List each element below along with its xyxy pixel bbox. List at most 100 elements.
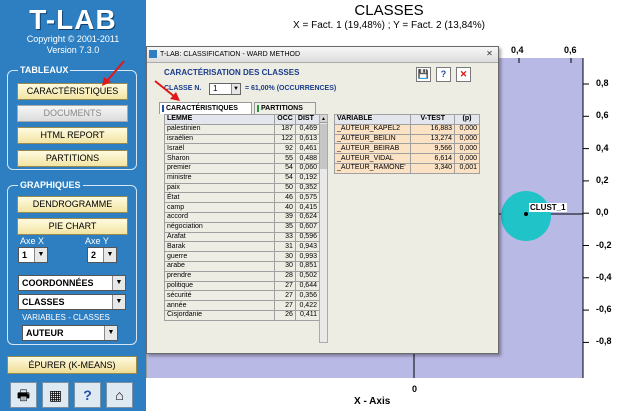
table-row[interactable]: Sharon 55 0,488 <box>163 153 321 164</box>
close-icon[interactable]: ✕ <box>484 49 495 60</box>
x-tick-label: 0,6 <box>564 45 577 55</box>
column-header[interactable]: LEMME <box>163 114 276 125</box>
chevron-down-icon: ▼ <box>104 326 117 340</box>
table-cell: _AUTEUR_BEILIN <box>333 133 412 145</box>
classes-select[interactable]: CLASSES ▼ <box>18 294 126 310</box>
dendrogramme-button[interactable]: DENDROGRAMME <box>17 196 128 213</box>
tab-caracteristiques[interactable]: CARACTÉRISTIQUES <box>159 102 252 114</box>
table-cell: 55 <box>274 153 296 164</box>
app-icon <box>149 50 157 58</box>
table-cell: 3,340 <box>410 162 456 174</box>
table-cell: Barak <box>163 241 276 253</box>
lemma-scrollbar[interactable]: ▲ <box>319 114 328 343</box>
table-row[interactable]: Cisjordanie 26 0,411 <box>163 309 321 321</box>
axe-y-select[interactable]: 2 ▼ <box>87 247 117 263</box>
table-cell: État <box>163 192 276 204</box>
table-cell: 13,274 <box>410 133 456 145</box>
table-cell: 28 <box>274 270 296 282</box>
axe-x-label: Axe X <box>20 236 45 246</box>
table-row[interactable]: _AUTEUR_VIDAL 6,614 0,000 <box>333 153 480 164</box>
table-row[interactable]: _AUTEUR_RAMONE' 3,340 0,001 <box>333 162 480 174</box>
table-row[interactable]: accord 39 0,624 <box>163 211 321 223</box>
table-cell: 0,000 <box>454 123 480 135</box>
table-row[interactable]: camp 40 0,415 <box>163 202 321 213</box>
column-header[interactable]: (p) <box>454 114 480 125</box>
table-row[interactable]: politique 27 0,644 <box>163 280 321 292</box>
table-row[interactable]: israélien 122 0,613 <box>163 133 321 145</box>
column-header[interactable]: V-TEST <box>410 114 456 125</box>
y-tick-label: 0,4 <box>596 142 609 153</box>
table-row[interactable]: premier 54 0,060 <box>163 162 321 174</box>
table-row[interactable]: palestinien 187 0,469 <box>163 123 321 135</box>
table-cell: Cisjordanie <box>163 309 276 321</box>
documents-button[interactable]: DOCUMENTS <box>17 105 128 122</box>
table-cell: négociation <box>163 221 276 233</box>
table-cell: _AUTEUR_BEIRAB <box>333 143 412 155</box>
tab-partitions[interactable]: PARTITIONS <box>254 102 316 114</box>
save-icon[interactable]: 💾 <box>416 67 431 82</box>
table-cell: 0,411 <box>294 309 321 321</box>
table-cell: Sharon <box>163 153 276 164</box>
variables-select[interactable]: AUTEUR ▼ <box>22 325 118 341</box>
x-tick-label: 0,4 <box>511 45 524 55</box>
table-cell: sécurité <box>163 290 276 302</box>
chevron-down-icon: ▼ <box>112 295 125 309</box>
table-row[interactable]: État 46 0,575 <box>163 192 321 204</box>
table-cell: 0,001 <box>454 162 480 174</box>
y-tick-label: 0,2 <box>596 174 609 185</box>
html-report-button[interactable]: HTML REPORT <box>17 127 128 144</box>
table-cell: 92 <box>274 143 296 155</box>
table-row[interactable]: année 27 0,422 <box>163 300 321 311</box>
table-row[interactable]: Arafat 33 0,596 <box>163 231 321 243</box>
scroll-up-icon[interactable]: ▲ <box>320 115 327 123</box>
table-row[interactable]: Israël 92 0,461 <box>163 143 321 155</box>
table-cell: 0,352 <box>294 182 321 194</box>
tab-marker <box>257 105 259 112</box>
table-row[interactable]: Barak 31 0,943 <box>163 241 321 253</box>
table-cell: _AUTEUR_RAMONE' <box>333 162 412 174</box>
x-axis-label: X - Axis <box>354 396 391 407</box>
partitions-button[interactable]: PARTITIONS <box>17 150 128 167</box>
help-icon[interactable]: ? <box>74 382 101 408</box>
table-row[interactable]: _AUTEUR_KAPEL2 16,883 0,000 <box>333 123 480 135</box>
red-arrow-annotation <box>154 80 180 101</box>
table-cell: 0,613 <box>294 133 321 145</box>
table-row[interactable]: prendre 28 0,502 <box>163 270 321 282</box>
table-row[interactable]: arabe 30 0,851 <box>163 260 321 272</box>
table-row[interactable]: sécurité 27 0,356 <box>163 290 321 302</box>
table-cell: 0,624 <box>294 211 321 223</box>
chevron-down-icon: ▼ <box>34 248 47 262</box>
table-cell: 0,502 <box>294 270 321 282</box>
table-row[interactable]: _AUTEUR_BEILIN 13,274 0,000 <box>333 133 480 145</box>
occurrences-pct: = 61,00% (OCCURRENCES) <box>245 85 337 92</box>
axe-x-select[interactable]: 1 ▼ <box>18 247 48 263</box>
print-icon[interactable]: 🖶 <box>10 382 37 408</box>
scroll-thumb[interactable] <box>320 124 327 169</box>
table-cell: 30 <box>274 260 296 272</box>
table-row[interactable]: paix 50 0,352 <box>163 182 321 194</box>
coordonnees-select[interactable]: COORDONNÉES ▼ <box>18 275 126 291</box>
pie-chart-button[interactable]: PIE CHART <box>17 218 128 235</box>
table-row[interactable]: négociation 35 0,607 <box>163 221 321 233</box>
table-cell: 33 <box>274 231 296 243</box>
table-cell: paix <box>163 182 276 194</box>
table-cell: _AUTEUR_KAPEL2 <box>333 123 412 135</box>
table-cell: palestinien <box>163 123 276 135</box>
help-icon[interactable]: ? <box>436 67 451 82</box>
home-icon[interactable]: ⌂ <box>106 382 133 408</box>
table-cell: 54 <box>274 162 296 174</box>
table-cell: 30 <box>274 251 296 262</box>
table-row[interactable]: guerre 30 0,993 <box>163 251 321 262</box>
classe-select[interactable]: 1 ▼ <box>209 83 241 95</box>
column-header[interactable]: VARIABLE <box>333 114 412 125</box>
x-axis-zero-label: 0 <box>412 384 418 394</box>
epurer-button[interactable]: ÉPURER (K-MEANS) <box>7 356 137 374</box>
close-red-icon[interactable]: ✕ <box>456 67 471 82</box>
column-header[interactable]: OCC <box>274 114 296 125</box>
table-cell: guerre <box>163 251 276 262</box>
table-cell: 187 <box>274 123 296 135</box>
table-chart-icon[interactable]: ▦ <box>42 382 69 408</box>
table-row[interactable]: _AUTEUR_BEIRAB 9,566 0,000 <box>333 143 480 155</box>
column-header[interactable]: DIST <box>294 114 321 125</box>
table-row[interactable]: ministre 54 0,192 <box>163 172 321 184</box>
